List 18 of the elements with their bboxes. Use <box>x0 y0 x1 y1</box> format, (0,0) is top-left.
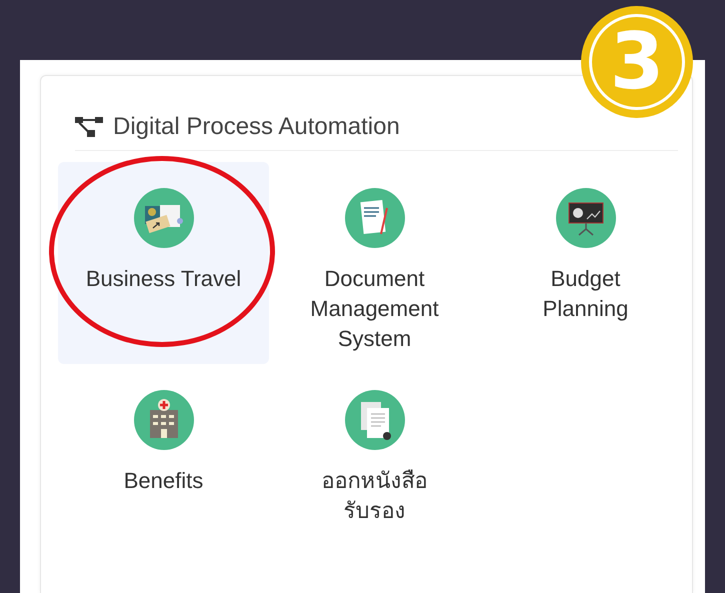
app-label: Document Management System <box>309 265 440 353</box>
document-pen-icon <box>344 188 404 248</box>
app-label: Benefits <box>124 467 204 495</box>
workflow-icon <box>75 116 105 138</box>
card-title: Digital Process Automation <box>113 113 400 141</box>
hospital-icon <box>134 390 194 450</box>
app-tile[interactable]: Benefits <box>58 364 269 566</box>
app-tile[interactable]: Business Travel <box>58 162 269 364</box>
app-label: Budget Planning <box>542 265 630 323</box>
app-tile[interactable]: ออกหนังสือรับรอง <box>269 364 480 566</box>
travel-documents-icon <box>134 188 194 248</box>
presentation-board-icon <box>556 188 616 248</box>
step-number: 3 <box>610 23 664 101</box>
app-label: ออกหนังสือรับรอง <box>320 467 428 525</box>
app-label: Business Travel <box>86 265 242 293</box>
app-tile[interactable]: Budget Planning <box>480 162 691 364</box>
app-tile[interactable]: Document Management System <box>269 162 480 364</box>
documents-stack-icon <box>344 390 404 450</box>
